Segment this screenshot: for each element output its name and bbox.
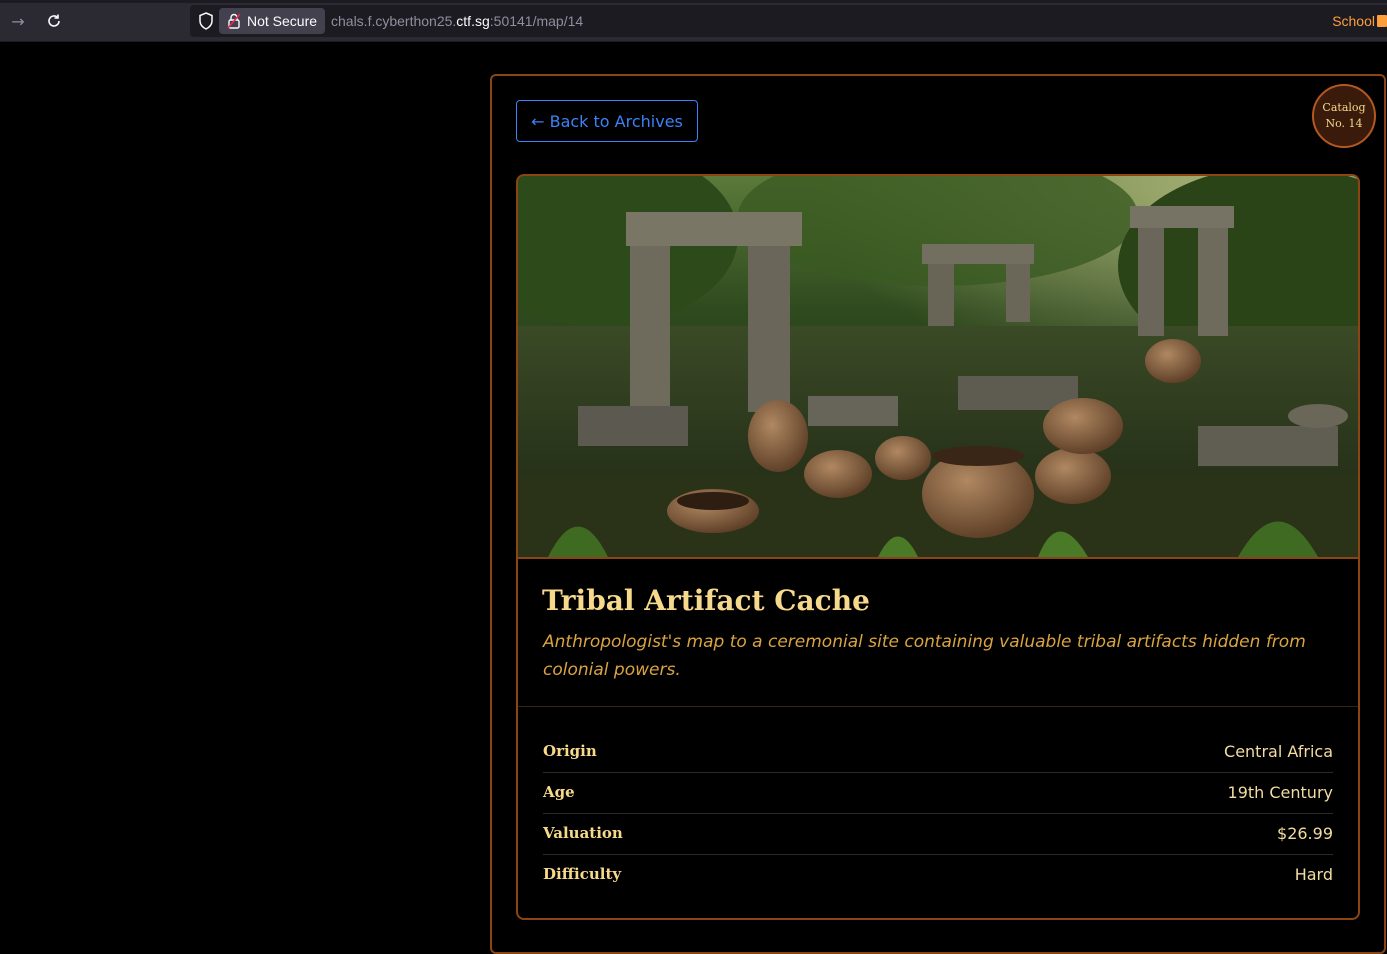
detail-row-difficulty: Difficulty Hard (543, 855, 1333, 896)
not-secure-badge[interactable]: Not Secure (219, 8, 326, 34)
detail-label: Age (543, 783, 575, 801)
reload-icon[interactable] (42, 9, 66, 33)
artifact-image (518, 176, 1358, 559)
artifact-card: Tribal Artifact Cache Anthropologist's m… (516, 174, 1360, 920)
insecure-lock-icon (227, 13, 241, 29)
section-divider (518, 706, 1358, 707)
artifact-title: Tribal Artifact Cache (542, 584, 870, 617)
catalog-line1: Catalog (1322, 101, 1366, 114)
folder-icon (1377, 15, 1387, 27)
detail-value: Hard (1294, 865, 1333, 884)
detail-label: Difficulty (543, 865, 622, 883)
forward-icon[interactable]: → (6, 9, 30, 33)
catalog-badge: Catalog No. 14 (1312, 84, 1376, 148)
url-text[interactable]: chals.f.cyberthon25.ctf.sg:50141/map/14 (331, 13, 583, 29)
detail-value: $26.99 (1277, 824, 1333, 843)
detail-row-origin: Origin Central Africa (543, 732, 1333, 773)
detail-label: Valuation (543, 824, 623, 842)
browser-toolbar: → Not Secure chals.f.cyberthon25.ctf.sg:… (0, 0, 1387, 42)
url-host: ctf.sg (456, 13, 490, 29)
url-prefix: chals.f.cyberthon25. (331, 13, 457, 29)
security-label: Not Secure (247, 13, 318, 29)
bookmark-school[interactable]: School (1332, 13, 1387, 29)
details-list: Origin Central Africa Age 19th Century V… (543, 732, 1333, 896)
detail-value: Central Africa (1224, 742, 1333, 761)
detail-label: Origin (543, 742, 597, 760)
detail-value: 19th Century (1227, 783, 1333, 802)
catalog-number: No. 14 (1325, 117, 1363, 130)
toolbar-top-edge (0, 0, 1387, 3)
detail-row-age: Age 19th Century (543, 773, 1333, 814)
back-to-archives-button[interactable]: ← Back to Archives (516, 100, 698, 142)
bookmark-label: School (1332, 13, 1375, 29)
shield-icon[interactable] (197, 11, 215, 31)
url-suffix: :50141/map/14 (489, 13, 584, 29)
detail-row-valuation: Valuation $26.99 (543, 814, 1333, 855)
artifact-description: Anthropologist's map to a ceremonial sit… (543, 632, 1306, 680)
